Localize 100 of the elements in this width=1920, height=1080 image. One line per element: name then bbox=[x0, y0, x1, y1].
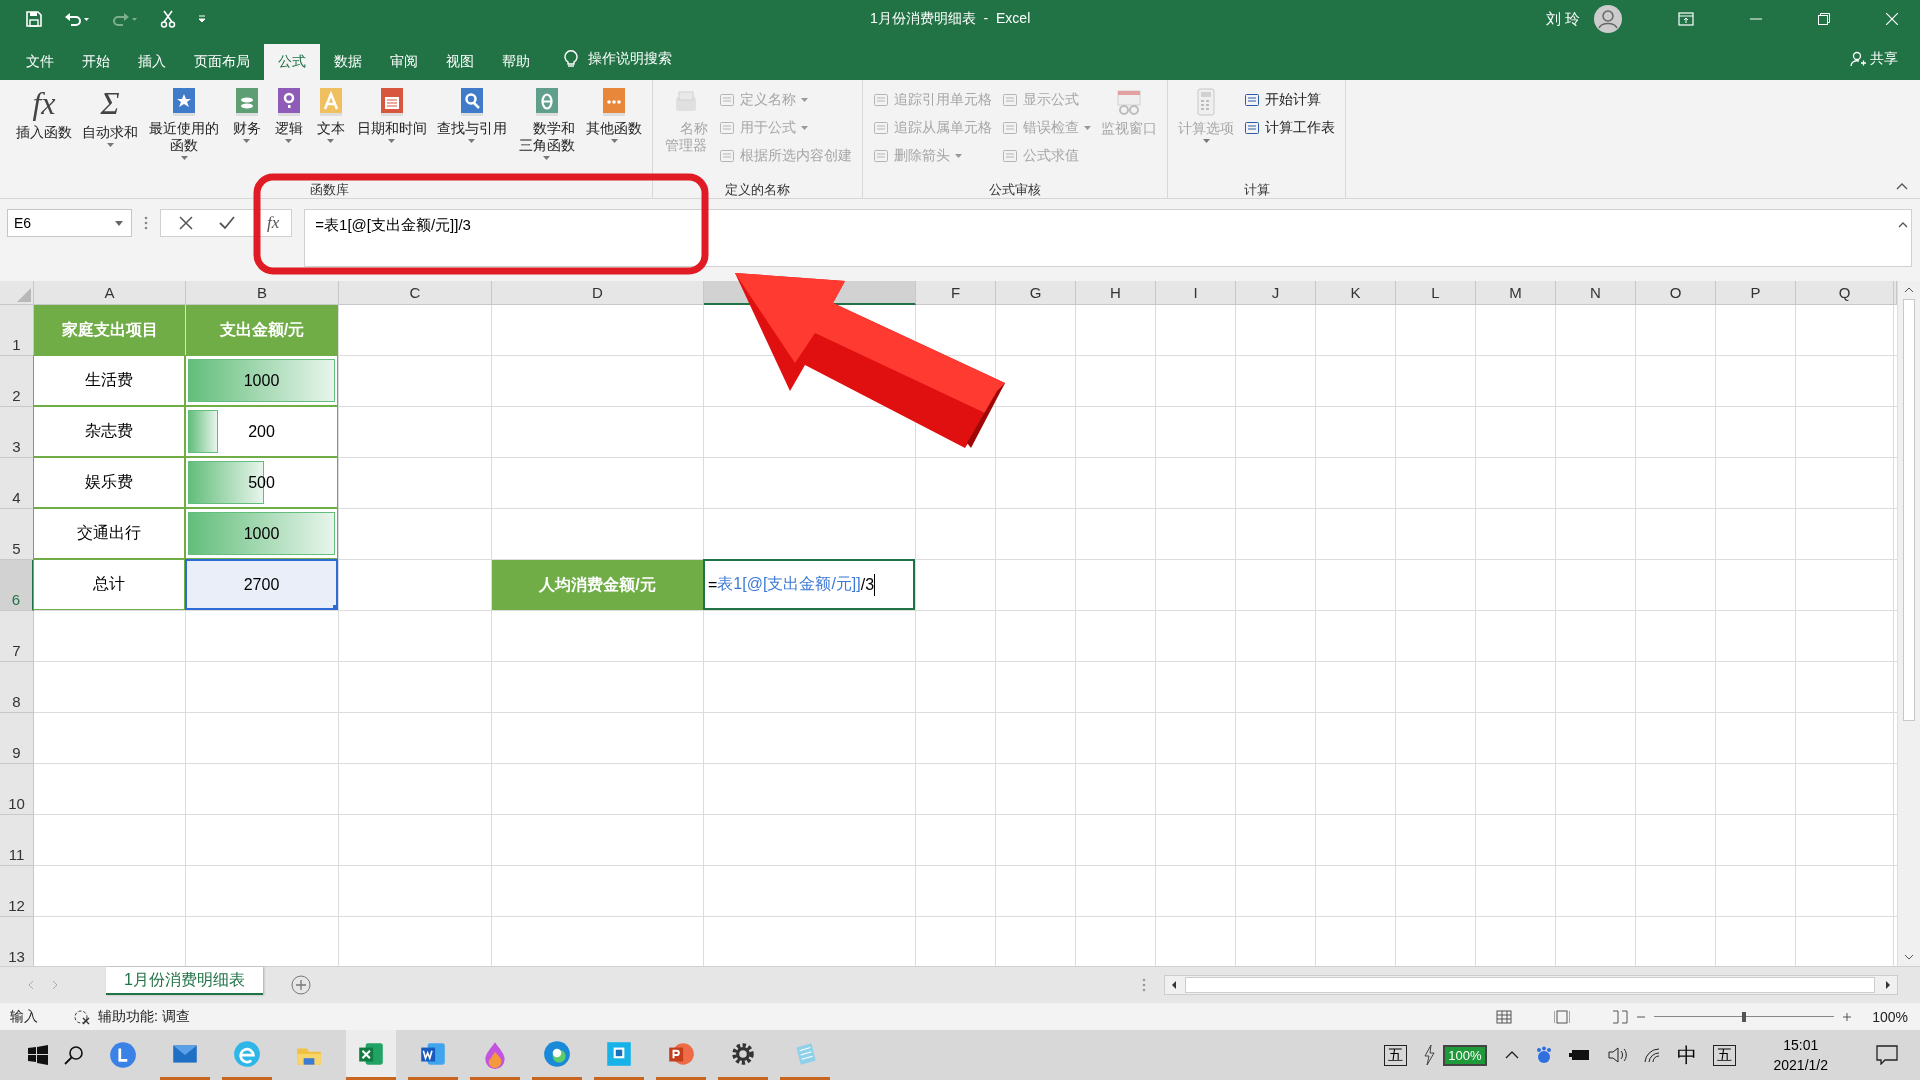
column-header[interactable]: B bbox=[186, 281, 339, 305]
battery-icon[interactable] bbox=[1568, 1049, 1591, 1061]
row-header[interactable]: 12 bbox=[0, 866, 34, 917]
row-header[interactable]: 1 bbox=[0, 305, 34, 356]
ribbon-command[interactable]: 文本 bbox=[310, 84, 351, 145]
column-header[interactable]: O bbox=[1636, 281, 1716, 305]
ribbon-command[interactable]: Σ 自动求和 bbox=[78, 84, 142, 149]
row-header[interactable]: 11 bbox=[0, 815, 34, 866]
ribbon-command[interactable]: 其他函数 bbox=[582, 84, 647, 145]
customize-caret-icon[interactable] bbox=[198, 15, 206, 23]
column-header[interactable]: P bbox=[1716, 281, 1796, 305]
column-header[interactable]: N bbox=[1556, 281, 1636, 305]
ribbon-tab[interactable]: 审阅 bbox=[376, 44, 432, 80]
column-header[interactable]: I bbox=[1156, 281, 1236, 305]
ribbon-tab[interactable]: 帮助 bbox=[488, 44, 544, 80]
redo-icon[interactable] bbox=[112, 11, 138, 27]
column-header[interactable]: C bbox=[339, 281, 492, 305]
row-header[interactable]: 5 bbox=[0, 509, 34, 560]
undo-icon[interactable] bbox=[64, 11, 90, 27]
person-add-icon[interactable] bbox=[1850, 51, 1866, 67]
zoom-in-icon[interactable] bbox=[1842, 1011, 1853, 1022]
ribbon-tab[interactable]: 公式 bbox=[264, 44, 320, 80]
drag-handle-icon[interactable] bbox=[144, 216, 148, 230]
row-header[interactable]: 2 bbox=[0, 356, 34, 407]
input-method-indicator[interactable]: 五 bbox=[1384, 1044, 1408, 1066]
ribbon-tab[interactable]: 开始 bbox=[68, 44, 124, 80]
input-method-indicator[interactable]: 五 bbox=[1712, 1044, 1736, 1066]
zoom-slider-thumb[interactable] bbox=[1742, 1011, 1747, 1022]
ribbon-tab[interactable]: 页面布局 bbox=[180, 44, 264, 80]
scroll-left-icon[interactable] bbox=[1171, 980, 1177, 990]
scroll-right-icon[interactable] bbox=[1885, 980, 1891, 990]
save-icon[interactable] bbox=[26, 11, 42, 27]
normal-view-icon[interactable] bbox=[1496, 1009, 1513, 1024]
taskbar-button[interactable] bbox=[346, 1030, 396, 1080]
cut-icon[interactable] bbox=[160, 10, 176, 28]
insert-function-button[interactable]: fx bbox=[261, 213, 286, 233]
scroll-down-icon[interactable] bbox=[1904, 954, 1914, 960]
add-sheet-icon[interactable] bbox=[290, 975, 311, 995]
zoom-level[interactable]: 100% bbox=[1872, 1008, 1908, 1025]
ribbon-command[interactable]: 财务 bbox=[226, 84, 267, 145]
column-header[interactable]: D bbox=[492, 281, 704, 305]
clock-time[interactable]: 15:01 bbox=[1783, 1035, 1819, 1055]
ribbon-command[interactable]: 查找与引用 bbox=[432, 84, 511, 145]
row-header[interactable]: 8 bbox=[0, 662, 34, 713]
speaker-icon[interactable] bbox=[1606, 1047, 1627, 1063]
accessibility-status[interactable]: 辅助功能: 调查 bbox=[98, 1007, 190, 1026]
ribbon-command[interactable]: 逻辑 bbox=[268, 84, 309, 145]
ribbon-command[interactable]: fx 插入函数 bbox=[12, 84, 76, 143]
ribbon-command[interactable]: 最近使用的函数 bbox=[144, 84, 225, 162]
row-header[interactable]: 6 bbox=[0, 560, 34, 611]
restore-icon[interactable] bbox=[1818, 13, 1830, 25]
row-header[interactable]: 7 bbox=[0, 611, 34, 662]
horizontal-scrollbar[interactable] bbox=[1164, 975, 1898, 995]
ribbon-display-icon[interactable] bbox=[1678, 12, 1694, 26]
column-header[interactable]: G bbox=[996, 281, 1076, 305]
row-header[interactable]: 10 bbox=[0, 764, 34, 815]
column-header[interactable]: F bbox=[916, 281, 996, 305]
scrollbar-thumb[interactable] bbox=[1903, 299, 1915, 721]
page-layout-icon[interactable] bbox=[1554, 1009, 1571, 1024]
notification-icon[interactable] bbox=[1876, 1045, 1898, 1065]
row-header[interactable]: 4 bbox=[0, 458, 34, 509]
ribbon-tab[interactable]: 插入 bbox=[124, 44, 180, 80]
column-header[interactable]: H bbox=[1076, 281, 1156, 305]
column-header[interactable]: J bbox=[1236, 281, 1316, 305]
name-box[interactable]: E6 bbox=[7, 209, 132, 237]
confirm-icon[interactable] bbox=[219, 216, 235, 230]
share-button[interactable]: 共享 bbox=[1866, 50, 1902, 68]
collapse-formula-bar-icon[interactable] bbox=[1898, 222, 1908, 228]
battery-indicator[interactable]: 100% bbox=[1443, 1044, 1487, 1066]
column-header[interactable]: K bbox=[1316, 281, 1396, 305]
page-break-icon[interactable] bbox=[1612, 1009, 1629, 1024]
column-header[interactable]: M bbox=[1476, 281, 1556, 305]
ribbon-tab[interactable]: 视图 bbox=[432, 44, 488, 80]
close-icon[interactable] bbox=[1886, 13, 1898, 25]
column-header[interactable]: L bbox=[1396, 281, 1476, 305]
tell-me-search[interactable]: 操作说明搜索 bbox=[588, 50, 672, 68]
column-header[interactable]: Q bbox=[1796, 281, 1894, 305]
avatar-icon[interactable] bbox=[1594, 5, 1622, 33]
language-indicator[interactable]: 中 bbox=[1676, 1041, 1697, 1069]
formula-input[interactable]: =表1[@[支出金额/元]]/3 bbox=[304, 209, 1912, 267]
collapse-ribbon-icon[interactable] bbox=[1896, 183, 1908, 190]
search-icon[interactable] bbox=[64, 1045, 84, 1065]
ribbon-command[interactable]: 日期和时间 bbox=[352, 84, 431, 145]
ribbon-tab[interactable]: 数据 bbox=[320, 44, 376, 80]
ribbon-command[interactable]: 开始计算 bbox=[1240, 88, 1340, 112]
accessibility-icon[interactable] bbox=[74, 1008, 90, 1025]
splitter-icon[interactable] bbox=[1142, 978, 1146, 992]
row-header[interactable]: 3 bbox=[0, 407, 34, 458]
clock-date[interactable]: 2021/1/2 bbox=[1773, 1055, 1828, 1075]
scroll-up-icon[interactable] bbox=[1904, 287, 1914, 293]
editing-cell[interactable]: =表1[@[支出金额/元]]/3 bbox=[703, 559, 915, 610]
start-icon[interactable] bbox=[28, 1045, 48, 1065]
column-header[interactable]: A bbox=[34, 281, 186, 305]
ribbon-command[interactable]: 数学和三角函数 bbox=[512, 84, 581, 162]
ribbon-tab[interactable]: 文件 bbox=[12, 44, 68, 80]
ribbon-command[interactable]: 计算工作表 bbox=[1240, 116, 1340, 140]
sheet-tab[interactable]: 1月份消费明细表 bbox=[106, 967, 263, 995]
wifi-icon[interactable] bbox=[1642, 1047, 1661, 1063]
zoom-slider[interactable] bbox=[1654, 1011, 1835, 1022]
paw-icon[interactable] bbox=[1534, 1046, 1553, 1064]
